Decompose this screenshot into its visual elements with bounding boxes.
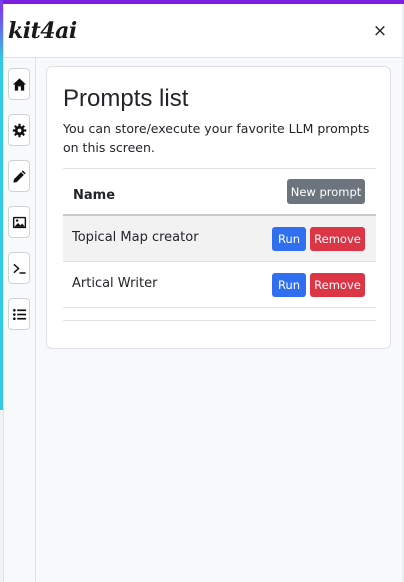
remove-button[interactable]: Remove bbox=[310, 273, 365, 297]
panel-header: kit4ai × bbox=[4, 4, 402, 58]
close-button[interactable]: × bbox=[370, 20, 390, 42]
terminal-icon bbox=[12, 261, 27, 276]
new-prompt-button[interactable]: New prompt bbox=[287, 179, 365, 204]
sidebar-item-home[interactable] bbox=[8, 68, 30, 100]
prompt-name: Artical Writer bbox=[72, 276, 158, 291]
table-row: Topical Map creator Run Remove bbox=[63, 216, 376, 262]
run-button[interactable]: Run bbox=[272, 273, 306, 297]
page-description: You can store/execute your favorite LLM … bbox=[63, 121, 370, 155]
app-logo: kit4ai bbox=[8, 18, 77, 44]
sidebar-item-settings[interactable] bbox=[8, 114, 30, 146]
run-button[interactable]: Run bbox=[272, 227, 306, 251]
sidebar bbox=[4, 58, 36, 582]
table-footer-divider bbox=[63, 320, 376, 321]
sidebar-item-prompts[interactable] bbox=[8, 298, 30, 330]
pencil-icon bbox=[12, 169, 27, 184]
image-icon bbox=[12, 215, 27, 230]
table-row: Artical Writer Run Remove bbox=[63, 262, 376, 308]
header-divider bbox=[63, 168, 376, 169]
sidebar-item-edit[interactable] bbox=[8, 160, 30, 192]
sidebar-item-terminal[interactable] bbox=[8, 252, 30, 284]
extension-panel: kit4ai × Prompts list You can store/exec… bbox=[3, 4, 402, 582]
prompt-name: Topical Map creator bbox=[72, 230, 199, 245]
column-header-name: Name bbox=[73, 188, 116, 203]
remove-button[interactable]: Remove bbox=[310, 227, 365, 251]
gear-icon bbox=[12, 123, 27, 138]
main-content: Prompts list You can store/execute your … bbox=[36, 58, 402, 582]
prompts-card: Prompts list You can store/execute your … bbox=[46, 66, 391, 349]
page-title: Prompts list bbox=[63, 85, 189, 112]
list-icon bbox=[12, 307, 27, 322]
sidebar-item-images[interactable] bbox=[8, 206, 30, 238]
home-icon bbox=[12, 77, 27, 92]
